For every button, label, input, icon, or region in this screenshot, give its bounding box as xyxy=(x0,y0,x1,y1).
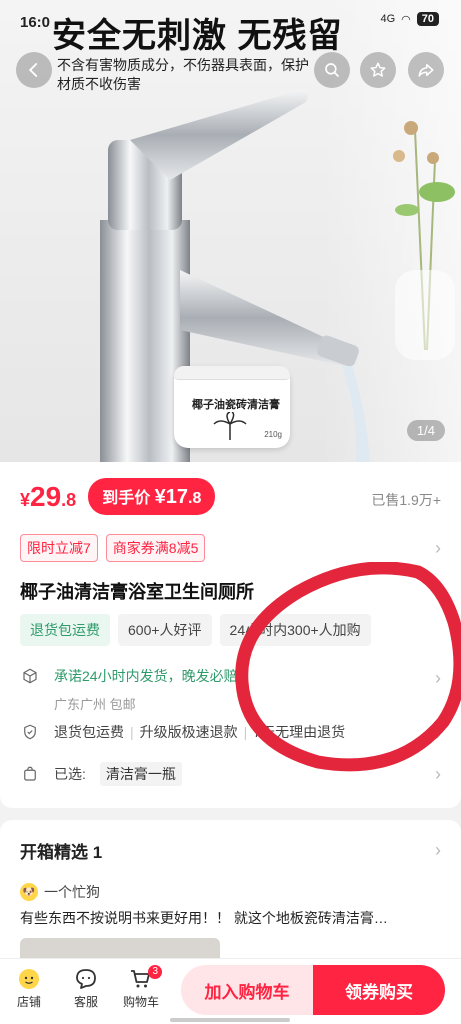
shipping-promise: 承诺24小时内发货，晚发必赔 xyxy=(54,668,238,684)
battery-icon: 70 xyxy=(416,12,439,26)
sold-count: 已售1.9万+ xyxy=(371,492,441,508)
reviewer: 🐶 一个忙狗 xyxy=(20,882,100,902)
cart-badge: 3 xyxy=(148,965,162,979)
selected-label: 已选: xyxy=(54,766,86,782)
wifi-icon: ◠ xyxy=(401,13,411,26)
shop-button[interactable]: 店铺 xyxy=(6,965,52,1010)
image-pager: 1/4 xyxy=(406,420,445,441)
shipping-location: 广东广州 包邮 xyxy=(54,697,136,712)
jar-weight: 210g xyxy=(264,430,282,439)
tag-add-cart-count: 24小时内300+人加购 xyxy=(219,614,371,646)
shipping-row[interactable]: 承诺24小时内发货，晚发必赔 xyxy=(20,666,238,686)
shield-icon xyxy=(20,722,40,742)
hero-subline: 不含有害物质成分，不伤器具表面，保护材质不收伤害 xyxy=(57,57,309,92)
price-integer: 29 xyxy=(30,480,62,512)
selected-value: 清洁膏一瓶 xyxy=(99,762,182,786)
customer-service-button[interactable]: 客服 xyxy=(63,965,109,1010)
final-price-decimal: .8 xyxy=(188,490,202,507)
service-list: 退货包运费 | 升级版极速退款 | 7天无理由退货 xyxy=(54,724,346,740)
final-price-label: 到手价 xyxy=(102,490,151,507)
reviewer-name: 一个忙狗 xyxy=(44,884,100,900)
product-title: 椰子油清洁膏浴室卫生间厕所 xyxy=(20,582,254,602)
price-row: ¥29.8 到手价 ¥17.8 xyxy=(20,478,216,515)
chat-icon xyxy=(63,965,109,993)
package-icon xyxy=(20,666,40,686)
tag-return-shipping: 退货包运费 xyxy=(20,614,110,646)
signal-label: 4G xyxy=(380,13,396,25)
search-icon xyxy=(325,63,339,77)
chevron-right-icon[interactable]: › xyxy=(435,538,441,559)
add-to-cart-button[interactable]: 加入购物车 xyxy=(181,965,313,1015)
flower-decoration xyxy=(393,121,455,360)
highlight-tags: 退货包运费 600+人好评 24小时内300+人加购 xyxy=(20,614,371,646)
service-row[interactable]: 退货包运费 | 升级版极速退款 | 7天无理由退货 xyxy=(20,722,345,742)
star-icon xyxy=(370,62,386,77)
jar-lid xyxy=(174,366,290,380)
share-button[interactable] xyxy=(408,52,444,88)
promo-row[interactable]: 限时立减7 商家券满8减5 xyxy=(20,534,206,562)
status-indicators: 4G ◠ 70 xyxy=(380,12,439,26)
chevron-right-icon[interactable]: › xyxy=(435,764,441,785)
chevron-right-icon[interactable]: › xyxy=(435,840,441,861)
price-decimal: .8 xyxy=(61,489,77,510)
selected-spec-row[interactable]: 已选: 清洁膏一瓶 xyxy=(20,762,182,786)
chevron-left-icon xyxy=(28,63,38,77)
bottom-action-bar: 店铺 客服 3 购物车 加入购物车 领券购买 xyxy=(0,958,461,1024)
shop-icon xyxy=(6,965,52,993)
final-price-badge[interactable]: 到手价 ¥17.8 xyxy=(88,478,216,515)
search-button[interactable] xyxy=(314,52,350,88)
favorite-button[interactable] xyxy=(360,52,396,88)
palm-tree-icon xyxy=(213,412,247,440)
jar-label: 椰子油瓷砖清洁膏 xyxy=(192,399,280,411)
product-jar: 椰子油瓷砖清洁膏 210g xyxy=(174,366,290,448)
bag-icon xyxy=(20,764,40,784)
review-text: 有些东西不按说明书来更好用！！ 就这个地板瓷砖清洁膏… xyxy=(20,910,388,926)
promo-tag[interactable]: 商家券满8减5 xyxy=(105,534,206,562)
share-icon xyxy=(418,64,434,77)
promo-tag[interactable]: 限时立减7 xyxy=(20,534,98,562)
review-header: 开箱精选 1 xyxy=(20,843,103,862)
cart-button[interactable]: 3 购物车 xyxy=(118,965,164,1010)
customer-service-label: 客服 xyxy=(73,995,98,1009)
final-price-integer: ¥17 xyxy=(154,486,189,508)
tag-good-reviews: 600+人好评 xyxy=(118,614,212,646)
price-currency: ¥ xyxy=(20,489,31,510)
review-section[interactable]: 开箱精选 1 › 🐶 一个忙狗 有些东西不按说明书来更好用！！ 就这个地板瓷砖清… xyxy=(0,820,461,960)
back-button[interactable] xyxy=(16,52,52,88)
buy-button[interactable]: 领券购买 xyxy=(313,965,445,1015)
home-indicator xyxy=(170,1018,290,1022)
service-item: 7天无理由退货 xyxy=(253,724,346,740)
product-image-gallery[interactable]: 椰子油瓷砖清洁膏 210g 安全无刺激 无残留 不含有害物质成分，不伤器具表面，… xyxy=(0,0,461,462)
chevron-right-icon[interactable]: › xyxy=(435,668,441,689)
shop-label: 店铺 xyxy=(16,995,41,1009)
service-item: 升级版极速退款 xyxy=(139,724,238,740)
chevron-right-icon[interactable]: › xyxy=(435,724,441,745)
status-time: 16:0 xyxy=(20,14,51,31)
cart-label: 购物车 xyxy=(122,995,159,1009)
status-bar: 16:0 4G ◠ 70 xyxy=(0,0,461,44)
review-image[interactable] xyxy=(20,938,220,960)
product-info-card: ¥29.8 到手价 ¥17.8 已售1.9万+ 限时立减7 商家券满8减5 › … xyxy=(0,462,461,808)
current-price: ¥29.8 xyxy=(20,481,76,513)
service-item: 退货包运费 xyxy=(54,724,124,740)
avatar: 🐶 xyxy=(20,883,38,901)
